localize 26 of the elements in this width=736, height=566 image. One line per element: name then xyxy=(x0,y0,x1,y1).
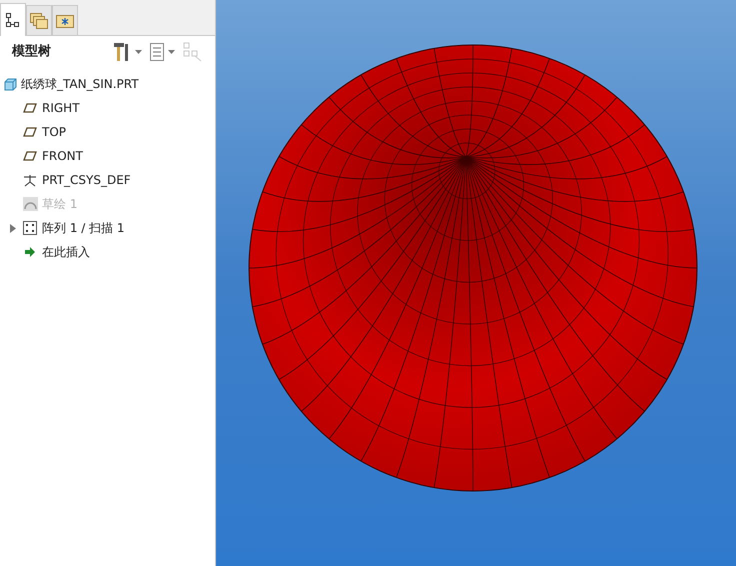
sketch-icon xyxy=(22,197,38,211)
axes-icon xyxy=(22,173,38,187)
plane-icon xyxy=(23,103,37,113)
caret-icon xyxy=(135,50,142,54)
tree-item[interactable]: 纸绣球_TAN_SIN.PRT xyxy=(21,75,139,93)
tree-item[interactable]: TOP xyxy=(42,123,66,141)
tree-item[interactable]: PRT_CSYS_DEF xyxy=(42,171,131,189)
folders-icon xyxy=(29,12,49,30)
tree-item[interactable]: 阵列 1 / 扫描 1 xyxy=(42,219,125,237)
collapsed-caret-icon[interactable] xyxy=(8,224,16,232)
panel-title: 模型树 xyxy=(12,43,52,62)
tree-item[interactable]: 在此插入 xyxy=(42,243,90,261)
cube-icon xyxy=(4,78,17,90)
grid-dots-icon xyxy=(23,221,37,235)
caret-icon xyxy=(168,50,175,54)
panel-tab[interactable] xyxy=(0,3,26,36)
list-document-icon xyxy=(150,43,164,61)
arrow-right-icon xyxy=(24,246,36,258)
plane-icon xyxy=(23,127,37,137)
hammer-wrench-icon xyxy=(113,42,131,62)
tree-structure-icon xyxy=(6,12,20,28)
tree-item[interactable]: FRONT xyxy=(42,147,83,165)
tools-dropdown[interactable] xyxy=(113,42,142,62)
plane-icon xyxy=(23,151,37,161)
tree-item[interactable]: RIGHT xyxy=(42,99,80,117)
settings-dropdown[interactable] xyxy=(150,43,175,61)
